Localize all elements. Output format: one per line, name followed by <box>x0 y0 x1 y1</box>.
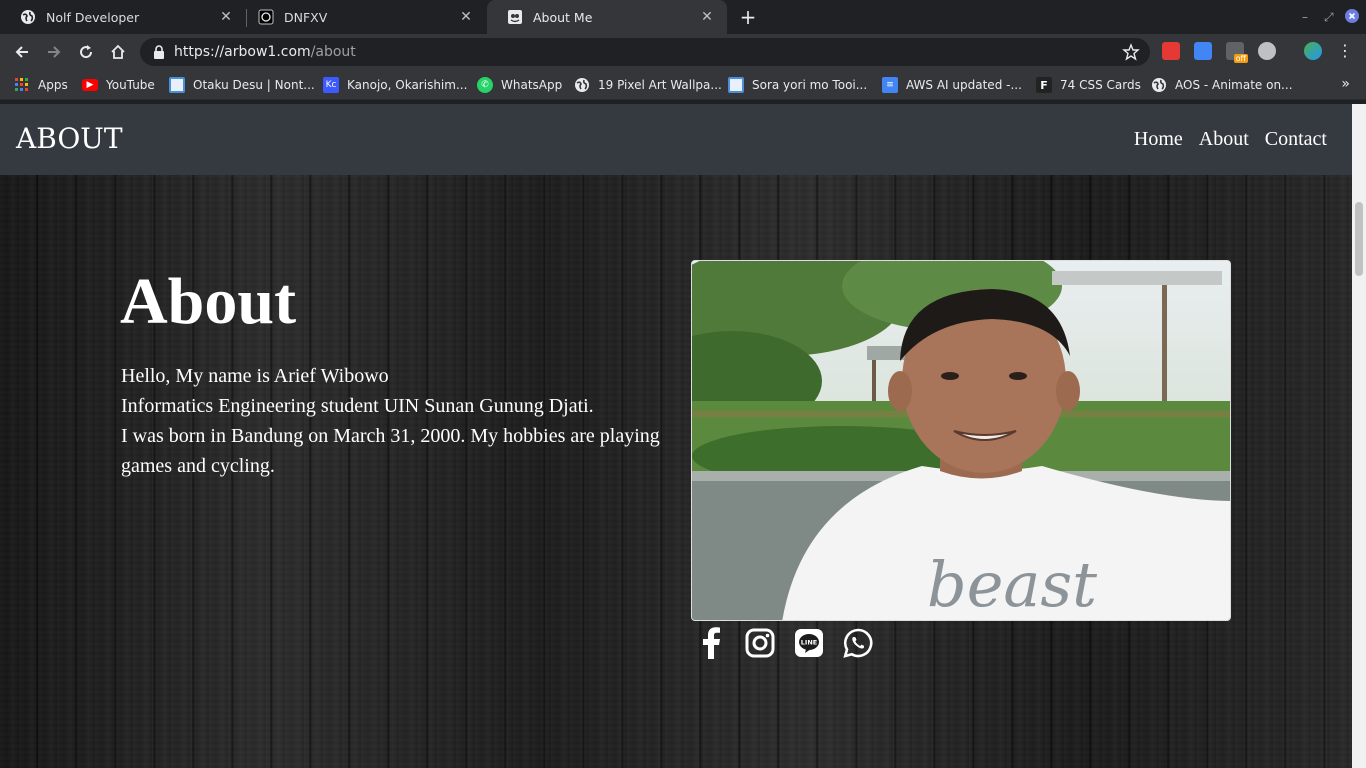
bookmark-whatsapp[interactable]: ✆ WhatsApp <box>477 76 562 94</box>
bookmark-aos[interactable]: AOS - Animate on... <box>1151 76 1293 94</box>
address-bar[interactable]: https://arbow1.com/about <box>140 38 1150 66</box>
kc-icon: Kc <box>323 77 339 93</box>
page-icon <box>507 9 523 25</box>
bookmark-css-cards[interactable]: F 74 CSS Cards <box>1036 76 1141 94</box>
education-line: Informatics Engineering student UIN Suna… <box>121 395 594 417</box>
minimize-icon[interactable]: – <box>1302 9 1308 25</box>
globe-icon <box>1151 77 1167 93</box>
close-tab-icon[interactable]: ✕ <box>699 9 715 25</box>
bookmark-apps[interactable]: Apps <box>14 76 68 94</box>
profile-avatar[interactable] <box>1304 42 1322 60</box>
nav-link-contact[interactable]: Contact <box>1265 128 1327 151</box>
social-links: LINE <box>696 627 873 659</box>
close-window-icon[interactable] <box>1344 8 1360 24</box>
page-viewport: ABOUT Home About Contact About Hello, My… <box>0 104 1352 768</box>
browser-toolbar: https://arbow1.com/about off ⋮ <box>0 34 1366 70</box>
new-tab-button[interactable]: + <box>738 7 758 27</box>
restore-icon[interactable]: ⤢ <box>1324 9 1334 25</box>
scrollbar-thumb[interactable] <box>1355 202 1363 276</box>
facebook-icon[interactable] <box>696 627 726 659</box>
page-scrollbar[interactable] <box>1352 104 1366 768</box>
tab-title: About Me <box>533 9 593 25</box>
about-description: Hello, My name is Arief Wibowo Informati… <box>121 361 681 481</box>
download-extension-icon[interactable] <box>1258 42 1276 60</box>
bookmark-otaku-desu[interactable]: Otaku Desu | Nont... <box>169 76 315 94</box>
bookmark-sora-yori[interactable]: Sora yori mo Tooi... <box>728 76 867 94</box>
tab-title: DNFXV <box>284 9 328 25</box>
url-text: https://arbow1.com/about <box>174 44 356 60</box>
apps-grid-icon <box>14 77 30 93</box>
about-heading: About <box>120 265 297 338</box>
home-icon[interactable] <box>106 40 130 64</box>
site-brand[interactable]: ABOUT <box>16 122 123 155</box>
bookmarks-bar: Apps ▶ YouTube Otaku Desu | Nont... Kc K… <box>0 70 1366 100</box>
site-navbar: ABOUT Home About Contact <box>0 104 1352 175</box>
instagram-icon[interactable] <box>745 627 775 659</box>
whatsapp-icon[interactable] <box>843 627 873 659</box>
lock-icon[interactable] <box>152 45 166 59</box>
line-icon-text: LINE <box>801 639 817 647</box>
tab-strip: Nolf Developer ✕ DNFXV ✕ About Me ✕ + – … <box>0 0 1366 34</box>
bookmark-label: AWS AI updated -... <box>906 78 1022 92</box>
tab-dnfxv[interactable]: DNFXV ✕ <box>238 0 486 34</box>
nav-link-about[interactable]: About <box>1199 128 1249 151</box>
sora-icon <box>728 77 744 93</box>
bookmark-label: Kanojo, Okarishim... <box>347 78 468 92</box>
bookmark-label: YouTube <box>106 78 155 92</box>
menu-dots-icon[interactable]: ⋮ <box>1336 42 1354 60</box>
more-bookmarks-icon[interactable]: » <box>1341 76 1350 92</box>
back-icon[interactable] <box>10 40 34 64</box>
bookmark-label: Apps <box>38 78 68 92</box>
line-icon[interactable]: LINE <box>794 627 824 659</box>
site-nav-links: Home About Contact <box>1134 128 1327 151</box>
bookmark-label: Otaku Desu | Nont... <box>193 78 315 92</box>
intro-line: Hello, My name is Arief Wibowo <box>121 365 389 387</box>
docs-icon: ≡ <box>882 77 898 93</box>
bookmark-youtube[interactable]: ▶ YouTube <box>82 76 155 94</box>
bookmark-pixel-art[interactable]: 19 Pixel Art Wallpa... <box>574 76 722 94</box>
tab-about-me[interactable]: About Me ✕ <box>487 0 727 34</box>
profile-photo: beast <box>691 260 1231 621</box>
f-icon: F <box>1036 77 1052 93</box>
bookmark-label: AOS - Animate on... <box>1175 78 1293 92</box>
bookmark-label: 19 Pixel Art Wallpa... <box>598 78 722 92</box>
pocket-extension-icon[interactable] <box>1162 42 1180 60</box>
close-tab-icon[interactable]: ✕ <box>218 9 234 25</box>
close-tab-icon[interactable]: ✕ <box>458 9 474 25</box>
tab-title: Nolf Developer <box>46 9 140 25</box>
bookmark-label: Sora yori mo Tooi... <box>752 78 868 92</box>
off-extension-icon[interactable]: off <box>1226 42 1248 63</box>
bookmark-label: 74 CSS Cards <box>1060 78 1141 92</box>
whatsapp-icon: ✆ <box>477 77 493 93</box>
youtube-icon: ▶ <box>82 79 98 91</box>
otaku-icon <box>169 77 185 93</box>
translate-extension-icon[interactable] <box>1194 42 1212 60</box>
shirt-print-text: beast <box>927 548 1097 621</box>
dnfxv-icon <box>258 9 274 25</box>
nav-link-home[interactable]: Home <box>1134 128 1183 151</box>
forward-icon[interactable] <box>42 40 66 64</box>
bookmark-aws-ai[interactable]: ≡ AWS AI updated -... <box>882 76 1022 94</box>
globe-icon <box>574 77 590 93</box>
globe-icon <box>20 9 36 25</box>
bookmark-star-icon[interactable] <box>1122 43 1140 61</box>
reload-icon[interactable] <box>74 40 98 64</box>
bookmark-kanojo[interactable]: Kc Kanojo, Okarishim... <box>323 76 467 94</box>
bio-line: I was born in Bandung on March 31, 2000.… <box>121 425 660 477</box>
bookmark-label: WhatsApp <box>501 78 563 92</box>
tab-nolf-developer[interactable]: Nolf Developer ✕ <box>0 0 246 34</box>
